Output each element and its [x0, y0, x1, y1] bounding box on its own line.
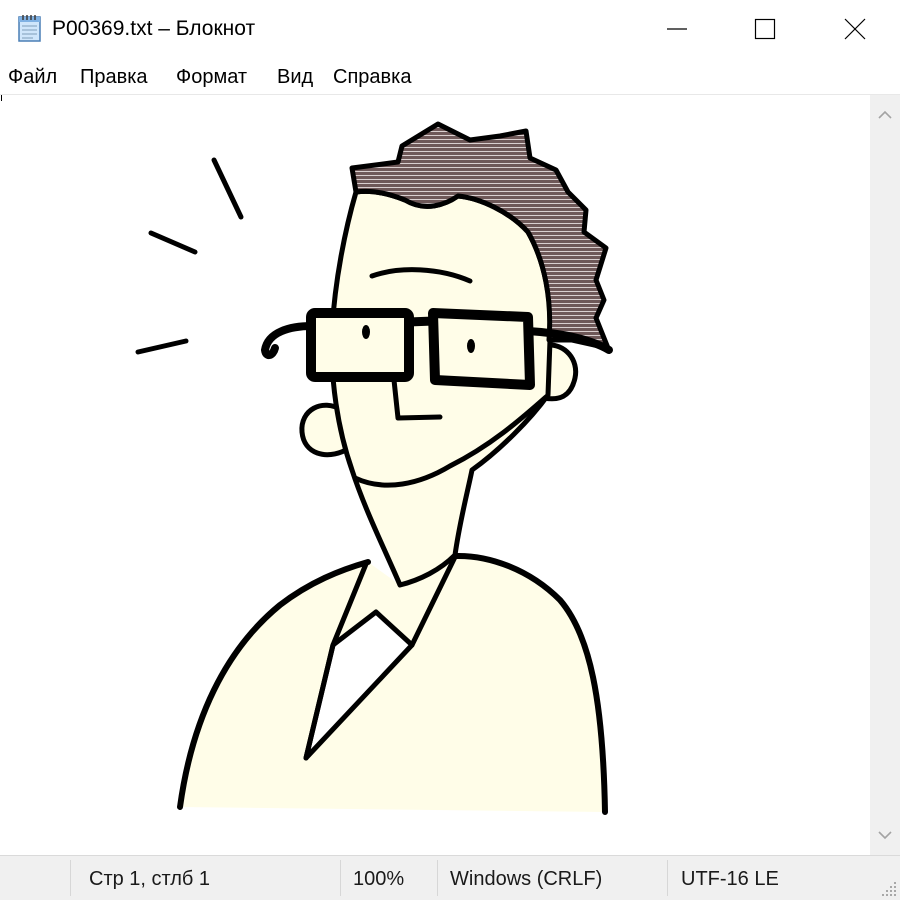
menu-help[interactable]: Справка: [333, 65, 411, 89]
status-cursor-position: Стр 1, стлб 1: [89, 868, 211, 890]
status-separator: [667, 860, 668, 896]
close-button[interactable]: [810, 0, 900, 58]
maximize-button[interactable]: [720, 0, 810, 58]
close-icon: [844, 18, 866, 40]
menu-view[interactable]: Вид: [277, 65, 313, 89]
menu-bar: Файл Правка Формат Вид Справка: [0, 58, 900, 94]
surprise-line-top: [211, 157, 244, 220]
chevron-down-icon: [878, 831, 892, 840]
status-separator: [437, 860, 438, 896]
status-line-endings: Windows (CRLF): [450, 868, 603, 890]
menu-format[interactable]: Формат: [176, 65, 247, 89]
minimize-button[interactable]: [632, 0, 722, 58]
man-with-glasses-drawing: [135, 121, 613, 815]
minimize-icon: [667, 28, 687, 30]
status-separator: [340, 860, 341, 896]
notepad-icon: [18, 15, 41, 42]
maximize-icon: [754, 18, 776, 40]
surprise-line-bottom: [135, 338, 189, 355]
menu-edit[interactable]: Правка: [80, 65, 148, 89]
right-eye: [467, 339, 475, 353]
chevron-up-icon: [878, 110, 892, 119]
window-title: P00369.txt – Блокнот: [52, 17, 256, 40]
status-encoding: UTF-16 LE: [681, 868, 779, 890]
status-zoom: 100%: [353, 868, 405, 890]
scroll-up-button[interactable]: [870, 103, 900, 127]
text-editor-area[interactable]: [0, 94, 900, 855]
body-fill: [180, 555, 605, 812]
menu-file[interactable]: Файл: [8, 65, 57, 89]
status-bar: Стр 1, стлб 1 100% Windows (CRLF) UTF-16…: [0, 855, 900, 900]
glasses-left-temple: [260, 322, 316, 359]
glasses-right-lens: [428, 308, 535, 390]
surprise-line-middle: [148, 230, 198, 255]
title-bar[interactable]: P00369.txt – Блокнот: [0, 0, 900, 58]
glasses-left-lens: [306, 308, 414, 382]
status-separator: [70, 860, 71, 896]
left-eye: [362, 325, 370, 339]
scroll-down-button[interactable]: [870, 823, 900, 847]
glasses-bridge: [407, 316, 435, 327]
vertical-scrollbar[interactable]: [870, 95, 900, 855]
resize-grip[interactable]: [880, 880, 898, 898]
